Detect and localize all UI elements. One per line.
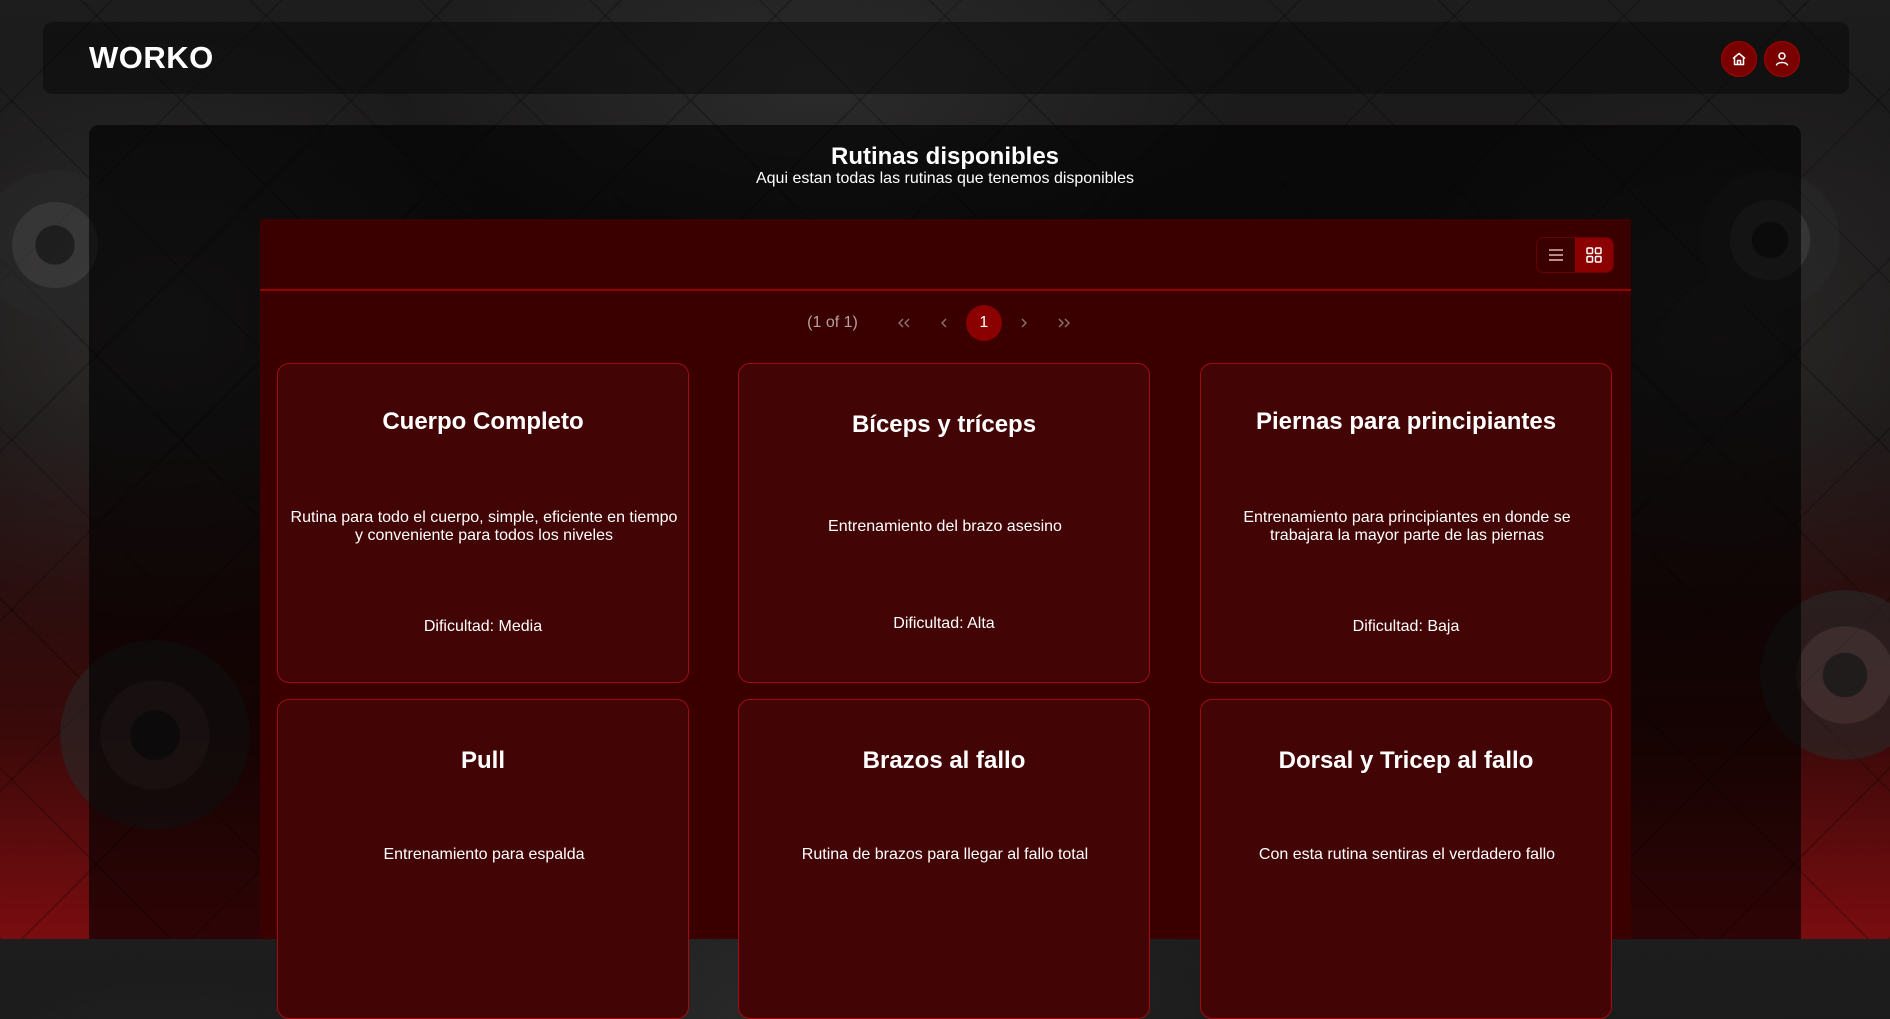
page-heading: Rutinas disponibles Aqui estan todas las… <box>0 144 1890 188</box>
routine-card[interactable]: Brazos al fallo Rutina de brazos para ll… <box>738 699 1150 1019</box>
list-layout-button[interactable] <box>1537 238 1575 272</box>
first-page-button[interactable] <box>884 305 924 341</box>
prev-page-icon <box>940 318 947 328</box>
routine-title: Pull <box>460 747 505 774</box>
page-title: Rutinas disponibles <box>830 143 1060 170</box>
routine-title: Piernas para principiantes <box>1255 408 1557 435</box>
routine-description: Entrenamiento del brazo asesino <box>828 518 1062 535</box>
routine-description: Rutina de brazos para llegar al fallo to… <box>801 846 1089 863</box>
next-page-button[interactable] <box>1004 305 1044 341</box>
page-number-button[interactable]: 1 <box>965 305 1002 341</box>
routine-card[interactable]: Bíceps y tríceps Entrenamiento del brazo… <box>738 363 1150 683</box>
last-page-button[interactable] <box>1044 305 1084 341</box>
grid-icon <box>1586 247 1602 263</box>
routine-card[interactable]: Cuerpo Completo Rutina para todo el cuer… <box>277 363 689 683</box>
routine-description: Con esta rutina sentiras el verdadero fa… <box>1258 846 1556 863</box>
profile-button[interactable] <box>1764 41 1800 77</box>
layout-toggle <box>1536 237 1614 273</box>
routine-difficulty: Dificultad: Alta <box>893 615 995 632</box>
list-icon <box>1549 249 1563 261</box>
routine-card[interactable]: Dorsal y Tricep al fallo Con esta rutina… <box>1200 699 1612 1019</box>
page-subtitle: Aqui estan todas las rutinas que tenemos… <box>755 170 1134 187</box>
page-report: (1 of 1) <box>807 314 858 331</box>
home-icon <box>1732 52 1746 66</box>
first-page-icon <box>897 318 910 328</box>
home-button[interactable] <box>1721 41 1757 77</box>
routine-description: Rutina para todo el cuerpo, simple, efic… <box>290 509 678 544</box>
routine-title: Dorsal y Tricep al fallo <box>1278 747 1534 774</box>
routine-card[interactable]: Piernas para principiantes Entrenamiento… <box>1200 363 1612 683</box>
dataview-header <box>260 219 1631 291</box>
routine-difficulty: Dificultad: Baja <box>1352 618 1460 635</box>
routine-description: Entrenamiento para principiantes en dond… <box>1243 509 1571 544</box>
user-icon <box>1775 52 1789 66</box>
grid-layout-button[interactable] <box>1575 238 1613 272</box>
top-navbar: WORKO <box>43 22 1849 94</box>
paginator: (1 of 1) 1 <box>260 305 1631 341</box>
logo[interactable]: WORKO <box>89 40 214 76</box>
routine-card[interactable]: Pull Entrenamiento para espalda <box>277 699 689 1019</box>
routine-title: Bíceps y tríceps <box>851 411 1037 438</box>
routine-difficulty: Dificultad: Media <box>423 618 543 635</box>
routines-dataview: (1 of 1) 1 Cuerpo Completo Rutina para t… <box>260 219 1631 1019</box>
routine-title: Cuerpo Completo <box>382 408 584 435</box>
next-page-icon <box>1021 318 1027 328</box>
routine-title: Brazos al fallo <box>862 747 1026 774</box>
prev-page-button[interactable] <box>924 305 964 341</box>
routine-description: Entrenamiento para espalda <box>383 846 585 863</box>
last-page-icon <box>1058 318 1070 328</box>
